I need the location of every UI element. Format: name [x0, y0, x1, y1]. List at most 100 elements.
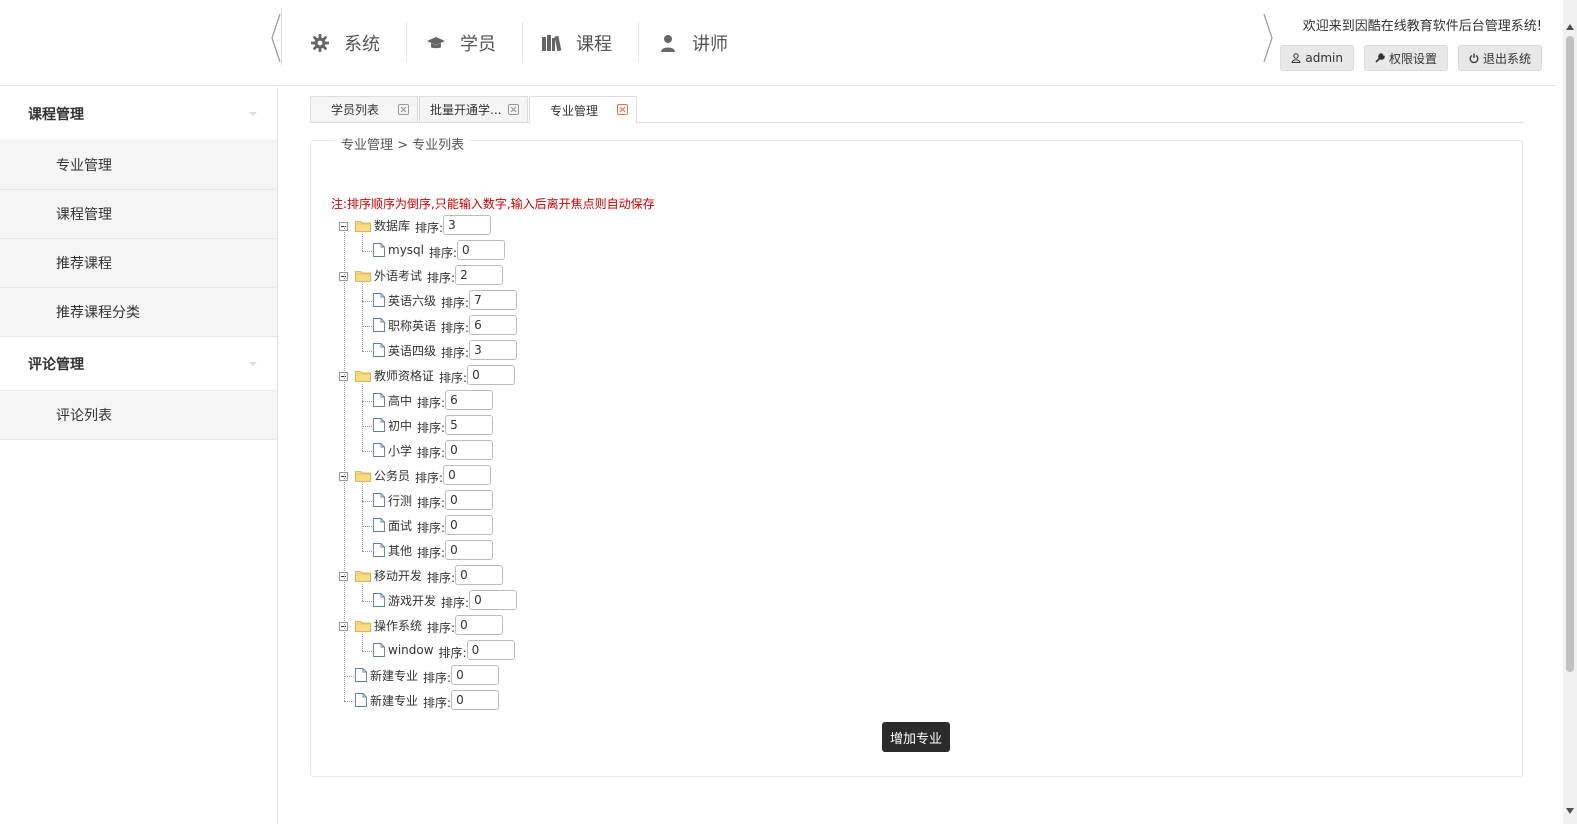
sidebar-item-recommended-courses[interactable]: 推荐课程 [0, 239, 277, 288]
tree-node-name[interactable]: 英语六级 [388, 292, 436, 309]
add-major-button[interactable]: 增加专业 [882, 722, 951, 752]
tree-node-name[interactable]: 移动开发 [374, 567, 422, 584]
sort-input[interactable] [443, 215, 492, 235]
sort-input[interactable] [443, 465, 492, 485]
permissions-button[interactable]: 权限设置 [1363, 45, 1448, 71]
tree-node-submajor: 英语六级 排序: [373, 289, 518, 311]
nav-teachers[interactable]: 讲师 [638, 0, 754, 86]
tree-node-name[interactable]: 教师资格证 [374, 367, 434, 384]
sort-input[interactable] [451, 690, 500, 710]
file-icon [373, 393, 385, 407]
close-icon[interactable] [508, 104, 519, 115]
admin-button[interactable]: admin [1280, 45, 1354, 71]
sort-input[interactable] [451, 665, 500, 685]
tree-node-name[interactable]: 操作系统 [374, 617, 422, 634]
sort-label: 排序: [441, 295, 470, 310]
tab-batch-open[interactable]: 批量开通学... [419, 96, 528, 122]
nav-scroll-right-icon[interactable] [1262, 10, 1274, 66]
tree-node-submajor: 其他 排序: [373, 539, 494, 561]
sidebar-item-major-management[interactable]: 专业管理 [0, 141, 277, 190]
sort-label: 排序: [429, 245, 458, 260]
tree-node-name[interactable]: 公务员 [374, 467, 410, 484]
tree-connector-line [362, 284, 363, 351]
sort-input[interactable] [445, 390, 494, 410]
scroll-thumb[interactable] [1566, 36, 1574, 672]
tree-node-name[interactable]: 其他 [388, 542, 412, 559]
tree-node-name[interactable]: 外语考试 [374, 267, 422, 284]
user-icon [658, 33, 678, 53]
sort-label: 排序: [441, 345, 470, 360]
tree-node-name[interactable]: window [388, 643, 434, 657]
tree-node-name[interactable]: 面试 [388, 517, 412, 534]
sidebar-item-comment-list[interactable]: 评论列表 [0, 391, 277, 440]
tree-node-name[interactable]: 职称英语 [388, 317, 436, 334]
nav-teachers-label: 讲师 [692, 34, 728, 55]
close-icon[interactable] [398, 104, 409, 115]
sort-input[interactable] [469, 315, 518, 335]
nav-students-label: 学员 [460, 34, 496, 55]
sort-input[interactable] [467, 365, 516, 385]
sort-input[interactable] [445, 515, 494, 535]
sort-input[interactable] [445, 540, 494, 560]
sidebar-group-course-management[interactable]: 课程管理 [0, 87, 277, 141]
sidebar-item-recommended-categories[interactable]: 推荐课程分类 [0, 288, 277, 337]
tree-connector-line [362, 551, 372, 552]
tab-label: 批量开通学... [430, 103, 502, 117]
page-scrollbar[interactable] [1563, 0, 1577, 824]
sort-input[interactable] [455, 265, 504, 285]
sort-input[interactable] [457, 240, 506, 260]
folder-icon [355, 619, 371, 632]
tree-node-name[interactable]: 小学 [388, 442, 412, 459]
tree-connector-line [362, 584, 363, 601]
tree-connector-line [362, 351, 372, 352]
tab-student-list[interactable]: 学员列表 [310, 96, 418, 122]
sidebar-group-label: 课程管理 [28, 106, 84, 123]
tree-node-name[interactable]: 新建专业 [370, 692, 418, 709]
tab-major-management[interactable]: 专业管理 [529, 96, 637, 123]
tree-node-name[interactable]: 初中 [388, 417, 412, 434]
sidebar-item-course-management[interactable]: 课程管理 [0, 190, 277, 239]
tree-node-major: 移动开发 排序: [355, 564, 504, 586]
sort-note: 注:排序顺序为倒序,只能输入数字,输入后离开焦点则自动保存 [331, 197, 655, 211]
tree-node-name[interactable]: 游戏开发 [388, 592, 436, 609]
sort-label: 排序: [417, 545, 446, 560]
tree-node-name[interactable]: 英语四级 [388, 342, 436, 359]
tree-connector-line [362, 501, 372, 502]
logout-button[interactable]: 退出系统 [1457, 45, 1542, 71]
tree-node-name[interactable]: 数据库 [374, 217, 410, 234]
file-icon [355, 693, 367, 707]
power-icon [1469, 53, 1479, 63]
sidebar-item-label: 评论列表 [56, 408, 112, 424]
sort-input[interactable] [455, 565, 504, 585]
file-icon [373, 593, 385, 607]
tree-node-name[interactable]: mysql [388, 243, 424, 257]
tree-node-major: 数据库 排序: [355, 214, 492, 236]
sort-input[interactable] [469, 590, 518, 610]
sort-input[interactable] [445, 490, 494, 510]
tree-node-name[interactable]: 新建专业 [370, 667, 418, 684]
sort-input[interactable] [469, 290, 518, 310]
nav-students[interactable]: 学员 [406, 0, 522, 86]
sort-input[interactable] [466, 640, 515, 660]
sort-input[interactable] [455, 615, 504, 635]
scroll-down-arrow-icon[interactable] [1566, 808, 1574, 814]
tree-node-major: 操作系统 排序: [355, 614, 504, 636]
nav-courses[interactable]: 课程 [522, 0, 638, 86]
file-icon [373, 318, 385, 332]
nav-system[interactable]: 系统 [290, 0, 406, 86]
tree-node-name[interactable]: 高中 [388, 392, 412, 409]
tree-node-major: 新建专业 排序: [355, 689, 500, 711]
tree-connector-line [362, 234, 363, 251]
sort-label: 排序: [417, 495, 446, 510]
sort-input[interactable] [469, 340, 518, 360]
scroll-up-arrow-icon[interactable] [1566, 24, 1574, 30]
sort-input[interactable] [445, 415, 494, 435]
close-icon[interactable] [617, 104, 628, 115]
sort-input[interactable] [445, 440, 494, 460]
tree-connector-line [344, 676, 354, 677]
sidebar-group-comment-management[interactable]: 评论管理 [0, 337, 277, 391]
sidebar-item-label: 课程管理 [56, 207, 112, 223]
tree-connector-line [362, 484, 363, 551]
tree-node-name[interactable]: 行测 [388, 492, 412, 509]
tree-node-submajor: window 排序: [373, 639, 515, 661]
